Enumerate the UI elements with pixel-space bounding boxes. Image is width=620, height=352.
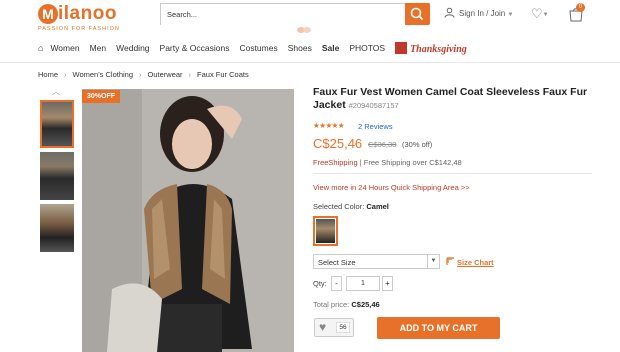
breadcrumb-outerwear[interactable]: Outerwear [148, 70, 183, 79]
qty-decrease-button[interactable]: - [331, 276, 342, 291]
search-box [160, 3, 430, 25]
wishlist-heart-icon[interactable]: ♡▼ [531, 6, 549, 22]
main-product-image[interactable] [82, 89, 294, 352]
selected-color-value: Camel [366, 202, 389, 211]
breadcrumb-home[interactable]: Home [38, 70, 58, 79]
product-sku: #20940587157 [348, 101, 399, 110]
home-icon[interactable]: ⌂ [38, 43, 43, 53]
signin-label: Sign In / Join [459, 9, 506, 18]
qty-increase-button[interactable]: + [382, 276, 393, 291]
signin-link[interactable]: Sign In / Join ▼ [444, 7, 513, 18]
nav-wedding[interactable]: Wedding [116, 43, 149, 53]
main-nav: ⌂ Women Men Wedding Party & Occasions Co… [38, 41, 467, 55]
add-to-wishlist-button[interactable]: ♥ 56 [314, 318, 354, 337]
breadcrumb-womens-clothing[interactable]: Women's Clothing [73, 70, 134, 79]
thumbnail-image [40, 204, 74, 252]
nav-costumes[interactable]: Costumes [239, 43, 277, 53]
add-to-cart-button[interactable]: ADD TO MY CART [377, 317, 500, 339]
chevron-right-icon: › [188, 70, 192, 79]
breadcrumb-faux-fur-coats[interactable]: Faux Fur Coats [197, 70, 249, 79]
percent-off: (30% off) [402, 140, 433, 149]
leaf-decoration-icon [297, 27, 311, 33]
heart-icon: ♥ [319, 320, 327, 334]
size-chart-label: Size Chart [457, 258, 494, 267]
free-shipping-threshold: | Free Shipping over C$142,48 [359, 158, 462, 167]
nav-thanksgiving[interactable]: Thanksgiving [395, 41, 467, 55]
nav-women[interactable]: Women [50, 43, 79, 53]
logo-letter: M [38, 4, 58, 24]
chevron-right-icon: › [64, 70, 67, 79]
total-price: Total price: C$25,46 [313, 300, 380, 309]
rating-stars-icon: ★★★★★ [313, 121, 345, 130]
reviews-link[interactable]: 2 Reviews [358, 122, 393, 131]
logo-word: ilanoo [58, 3, 117, 24]
search-icon [410, 7, 424, 21]
selected-color-label: Selected Color: [313, 202, 365, 211]
wishlist-count: 56 [336, 322, 350, 333]
thumbnail-image [42, 102, 72, 146]
qty-label: Qty: [313, 279, 327, 288]
model-photo-illustration [82, 89, 294, 352]
size-select-value: Select Size [318, 258, 356, 267]
breadcrumb: Home › Women's Clothing › Outerwear › Faux Fur… [38, 70, 249, 79]
milanoo-logo[interactable]: M ilanoo PASSION FOR FASHION [38, 3, 134, 32]
product-price: C$25,46 [313, 136, 363, 151]
original-price: C$36,38 [368, 140, 397, 149]
chevron-down-icon: ▼ [507, 12, 514, 18]
free-shipping-label: FreeShipping [313, 158, 358, 167]
nav-shoes[interactable]: Shoes [288, 43, 312, 53]
swatch-image [316, 219, 335, 243]
nav-party-occasions[interactable]: Party & Occasions [160, 43, 230, 53]
nav-men[interactable]: Men [90, 43, 107, 53]
nav-sale[interactable]: Sale [322, 43, 340, 53]
size-chart-link[interactable]: Size Chart [446, 257, 494, 267]
chevron-right-icon: › [139, 70, 142, 79]
shipping-info: FreeShipping | Free Shipping over C$142,… [313, 158, 462, 167]
cart-count-badge: 0 [576, 3, 585, 12]
discount-badge: 30%OFF [82, 90, 121, 103]
product-thumbnail[interactable] [40, 100, 74, 148]
cart-button[interactable]: 0 [567, 3, 587, 22]
chevron-down-icon: ▼ [427, 255, 439, 268]
search-button[interactable] [405, 3, 430, 25]
logo-tagline: PASSION FOR FASHION [38, 26, 120, 32]
ruler-icon [446, 257, 454, 265]
quick-shipping-link[interactable]: View more in 24 Hours Quick Shipping Are… [313, 183, 470, 192]
nav-photos[interactable]: PHOTOS [349, 43, 385, 53]
product-thumbnail[interactable] [40, 204, 74, 252]
total-price-label: Total price: [313, 300, 350, 309]
search-input[interactable] [161, 4, 430, 25]
chevron-down-icon: ▼ [542, 12, 549, 18]
product-thumbnail[interactable] [40, 152, 74, 200]
color-swatch-camel[interactable] [313, 216, 338, 246]
selected-color: Selected Color: Camel [313, 202, 389, 211]
product-title: Faux Fur Vest Women Camel Coat Sleeveles… [313, 86, 593, 112]
user-icon [444, 7, 455, 18]
header-divider [0, 62, 620, 63]
qty-input[interactable]: 1 [346, 276, 380, 291]
thanksgiving-label: Thanksgiving [410, 43, 467, 55]
gift-icon [395, 41, 408, 54]
thumbnail-image [40, 152, 74, 200]
thumbnail-up-arrow-icon[interactable]: ︿ [52, 86, 60, 97]
size-select[interactable]: Select Size ▼ [313, 254, 440, 269]
section-divider [313, 173, 592, 174]
total-price-value: C$25,46 [351, 300, 380, 309]
